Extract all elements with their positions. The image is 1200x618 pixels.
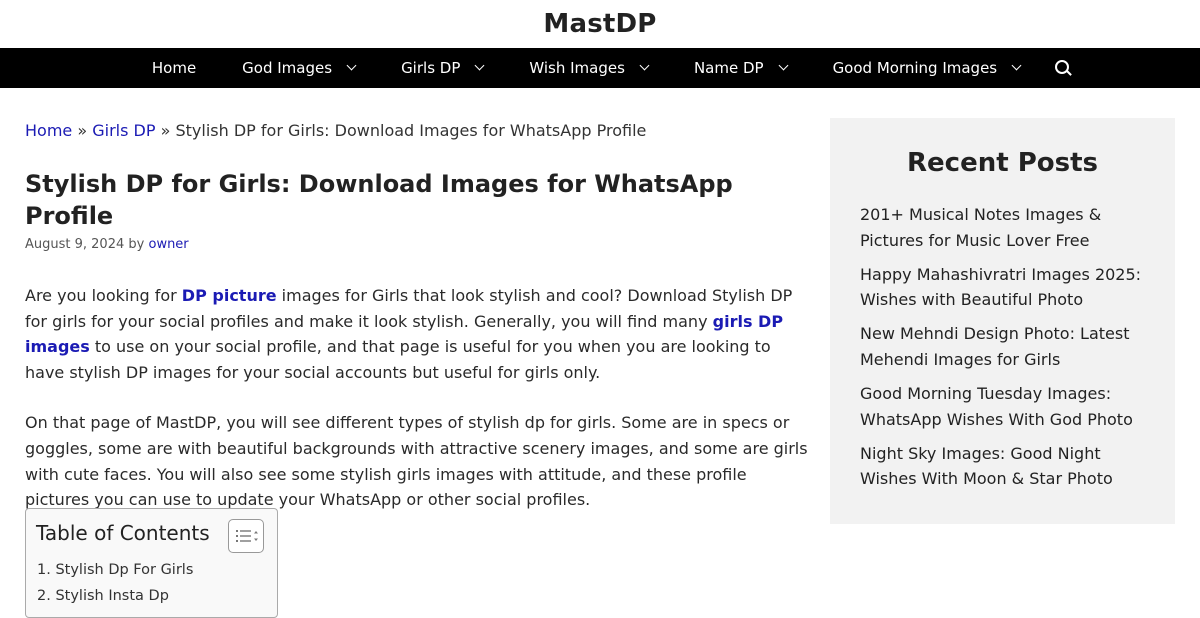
author-link[interactable]: owner	[148, 237, 188, 252]
dp-picture-link[interactable]: DP picture	[182, 286, 277, 305]
site-header: MastDP	[0, 0, 1200, 48]
chevron-down-icon	[1011, 60, 1022, 70]
table-of-contents: Table of Contents 1. Stylish Dp For Girl…	[25, 508, 278, 618]
chevron-down-icon	[474, 60, 485, 70]
breadcrumb-separator: »	[160, 121, 171, 140]
article-title: Stylish DP for Girls: Download Images fo…	[25, 170, 733, 230]
article-paragraph: On that page of MastDP, you will see dif…	[25, 413, 808, 510]
article-by: by	[128, 237, 145, 252]
chevron-down-icon	[778, 60, 789, 70]
breadcrumb-category-link[interactable]: Girls DP	[92, 121, 155, 140]
list-toggle-icon[interactable]	[228, 519, 264, 553]
sidebar-heading: Recent Posts	[907, 148, 1098, 178]
sidebar-recent-posts: Recent Posts 201+ Musical Notes Images &…	[830, 118, 1175, 524]
article-date: August 9, 2024	[25, 237, 125, 252]
paragraph-text: Are you looking for	[25, 286, 182, 305]
recent-post-link[interactable]: New Mehndi Design Photo: Latest Mehendi …	[860, 321, 1150, 372]
breadcrumb-separator: »	[77, 121, 88, 140]
toc-title: Table of Contents	[36, 521, 210, 545]
nav-item-label: Name DP	[693, 59, 764, 77]
chevron-down-icon	[639, 60, 650, 70]
nav-item-wish-images[interactable]: Wish Images	[506, 48, 671, 88]
toc-item[interactable]: 2. Stylish Insta Dp	[37, 583, 193, 609]
chevron-down-icon	[346, 60, 357, 70]
main-content: Home » Girls DP » Stylish DP for Girls: …	[25, 118, 810, 513]
recent-posts-list: 201+ Musical Notes Images & Pictures for…	[860, 202, 1150, 500]
nav-item-label: Good Morning Images	[832, 59, 998, 77]
recent-post-link[interactable]: Night Sky Images: Good Night Wishes With…	[860, 441, 1150, 492]
article-paragraph: Are you looking for DP picture images fo…	[25, 283, 810, 385]
article-meta: August 9, 2024 by owner	[25, 236, 810, 254]
recent-post-link[interactable]: 201+ Musical Notes Images & Pictures for…	[860, 202, 1150, 253]
breadcrumb: Home » Girls DP » Stylish DP for Girls: …	[25, 118, 810, 144]
nav-item-name-dp[interactable]: Name DP	[671, 48, 810, 88]
nav-item-label: Wish Images	[529, 59, 625, 77]
search-icon[interactable]	[1055, 60, 1072, 76]
site-title[interactable]: MastDP	[543, 9, 656, 39]
nav-item-girls-dp[interactable]: Girls DP	[378, 48, 506, 88]
nav-item-label: God Images	[242, 59, 333, 77]
nav-item-home[interactable]: Home	[129, 48, 219, 88]
breadcrumb-home-link[interactable]: Home	[25, 121, 72, 140]
recent-post-link[interactable]: Happy Mahashivratri Images 2025: Wishes …	[860, 262, 1150, 313]
toc-list: 1. Stylish Dp For Girls 2. Stylish Insta…	[37, 557, 193, 609]
paragraph-text: to use on your social profile, and that …	[25, 337, 771, 382]
main-nav: Home God Images Girls DP Wish Images Nam…	[0, 48, 1200, 88]
recent-post-link[interactable]: Good Morning Tuesday Images: WhatsApp Wi…	[860, 381, 1150, 432]
toc-item[interactable]: 1. Stylish Dp For Girls	[37, 557, 193, 583]
breadcrumb-current: Stylish DP for Girls: Download Images fo…	[175, 121, 647, 140]
nav-item-good-morning-images[interactable]: Good Morning Images	[810, 48, 1044, 88]
nav-item-god-images[interactable]: God Images	[219, 48, 378, 88]
nav-item-label: Girls DP	[401, 59, 461, 77]
nav-item-label: Home	[151, 59, 197, 77]
